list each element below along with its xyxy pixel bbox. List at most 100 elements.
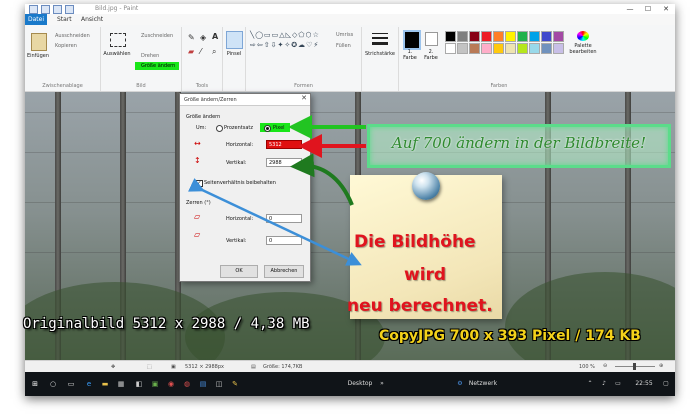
cut-button[interactable]: Ausschneiden (55, 33, 90, 39)
taskbar-app-icon[interactable]: ◫ (213, 378, 225, 390)
palette-swatch[interactable] (445, 31, 456, 42)
green-callout-text: Auf 700 ändern in der Bildbreite! (391, 134, 647, 152)
fill-button[interactable]: Füllen (336, 43, 351, 49)
palette-swatch[interactable] (469, 43, 480, 54)
color1-swatch[interactable] (403, 30, 421, 50)
palette-swatch[interactable] (481, 43, 492, 54)
palette-swatch[interactable] (517, 31, 528, 42)
edit-colors-button[interactable]: Palette bearbeiten (567, 43, 599, 55)
desktop-toolbar[interactable]: Desktop (343, 378, 377, 390)
palette-swatch[interactable] (529, 43, 540, 54)
select-button[interactable]: Auswählen (101, 51, 133, 57)
percent-option-label[interactable]: Prozentsatz (224, 125, 253, 131)
redo-icon[interactable] (65, 5, 74, 14)
clipboard-group-label: Zwischenablage (42, 83, 83, 89)
line-medium-icon (372, 37, 388, 39)
eraser-icon[interactable]: ▰ (188, 47, 194, 56)
speaker-icon[interactable]: ♪ (599, 378, 609, 390)
taskbar-app-icon[interactable]: ◧ (133, 378, 145, 390)
palette-swatch[interactable] (541, 43, 552, 54)
palette-swatch[interactable] (517, 43, 528, 54)
palette-swatch[interactable] (505, 31, 516, 42)
copy-button[interactable]: Kopieren (55, 43, 77, 49)
outline-button[interactable]: Umriss (336, 32, 353, 38)
magnifier-icon[interactable]: ⌕ (212, 47, 216, 57)
palette-swatch[interactable] (481, 31, 492, 42)
group-colors: 1. Farbe 2. Farbe Palette bearbeiten Far… (399, 27, 599, 91)
palette-swatch[interactable] (469, 31, 480, 42)
clock[interactable]: 22:55 (629, 378, 659, 390)
skew-horizontal-input[interactable]: 0 (266, 214, 302, 223)
crop-button[interactable]: Zuschneiden (141, 33, 173, 39)
rotate-button[interactable]: Drehen (141, 53, 159, 59)
palette-swatch[interactable] (457, 43, 468, 54)
palette-swatch[interactable] (493, 31, 504, 42)
keep-ratio-checkbox[interactable]: ✓ (196, 180, 203, 187)
percent-radio[interactable] (216, 125, 223, 132)
minimize-button[interactable]: — (621, 4, 639, 14)
zoom-in-button[interactable]: ⊕ (659, 363, 663, 369)
notification-icon[interactable]: ▢ (661, 378, 671, 390)
undo-icon[interactable] (53, 5, 62, 14)
palette-swatch[interactable] (457, 31, 468, 42)
search-icon[interactable]: ○ (47, 378, 59, 390)
paste-button[interactable]: Einfügen (25, 53, 51, 59)
network-icon: ⚙ (457, 380, 463, 387)
palette-swatch[interactable] (553, 43, 564, 54)
skew-vertical-input[interactable]: 0 (266, 236, 302, 245)
fill-icon[interactable]: ◈ (200, 33, 206, 42)
paint-taskbar-icon[interactable]: ✎ (229, 378, 241, 390)
tab-file[interactable]: Datei (25, 14, 47, 25)
brushes-button[interactable]: Pinsel (223, 51, 245, 57)
task-view-icon[interactable]: ▭ (65, 378, 77, 390)
vertical-label: Vertikal: (226, 160, 247, 166)
tab-start[interactable]: Start (51, 14, 78, 25)
close-button[interactable]: ✕ (657, 4, 675, 14)
store-icon[interactable]: ▦ (115, 378, 127, 390)
tray-up-icon[interactable]: ⌃ (585, 378, 595, 390)
edit-colors-icon[interactable] (577, 31, 589, 41)
pixel-option-label[interactable]: Pixel (273, 125, 285, 131)
desktop-chevron-icon[interactable]: » (377, 378, 387, 390)
palette-swatch[interactable] (529, 31, 540, 42)
horizontal-input[interactable]: 5312 (266, 140, 302, 149)
keep-ratio-label[interactable]: Seitenverhältnis beibehalten (204, 180, 276, 186)
shapes-gallery-row2-icon[interactable]: ⇨⇦⇧⇩✦✧✪☁♡⚡ (250, 41, 319, 49)
group-image: Auswählen Zuschneiden Drehen Bild (101, 27, 182, 91)
palette-swatch[interactable] (493, 43, 504, 54)
ribbon-tabs: Datei Start Ansicht (25, 14, 675, 25)
file-explorer-icon[interactable]: ▬ (99, 378, 111, 390)
cancel-button[interactable]: Abbrechen (264, 265, 304, 278)
color2-swatch[interactable] (425, 32, 438, 46)
tray-network-icon[interactable]: ▭ (613, 378, 623, 390)
ok-button[interactable]: OK (220, 265, 258, 278)
zoom-slider-thumb[interactable] (633, 363, 636, 370)
zoom-out-button[interactable]: ⊖ (603, 363, 607, 369)
palette-swatch[interactable] (445, 43, 456, 54)
pencil-icon[interactable]: ✎ (188, 33, 195, 42)
palette-swatch[interactable] (505, 43, 516, 54)
maximize-button[interactable]: ☐ (639, 4, 657, 14)
taskbar-app-icon[interactable]: ◉ (165, 378, 177, 390)
size-button[interactable]: Strichstärke (362, 51, 398, 57)
start-windows-icon[interactable]: ⊞ (29, 378, 41, 390)
shapes-gallery-icon[interactable]: ╲◯▭▭△◺◇⬠⬡☆ (250, 31, 320, 39)
color-picker-icon[interactable]: ⁄ (200, 47, 201, 56)
resize-button[interactable]: Größe ändern (135, 62, 179, 70)
horizontal-label: Horizontal: (226, 142, 254, 148)
palette-swatch[interactable] (541, 31, 552, 42)
palette-swatch[interactable] (553, 31, 564, 42)
text-icon[interactable]: A (212, 32, 218, 41)
taskbar-app-icon[interactable]: ▣ (149, 378, 161, 390)
edge-browser-icon[interactable]: e (83, 378, 95, 390)
save-icon[interactable] (41, 5, 50, 14)
status-file-size: Größe: 174,7KB (263, 364, 303, 370)
taskbar-app-icon[interactable]: ▤ (197, 378, 209, 390)
tab-view[interactable]: Ansicht (75, 14, 109, 25)
vertical-input[interactable]: 2988 (266, 158, 302, 167)
brush-icon[interactable] (226, 31, 243, 49)
network-toolbar[interactable]: Netzwerk (465, 378, 501, 390)
pixel-radio[interactable] (264, 125, 271, 132)
dialog-close-button[interactable]: ✕ (301, 94, 307, 102)
taskbar-app-icon[interactable]: ◍ (181, 378, 193, 390)
